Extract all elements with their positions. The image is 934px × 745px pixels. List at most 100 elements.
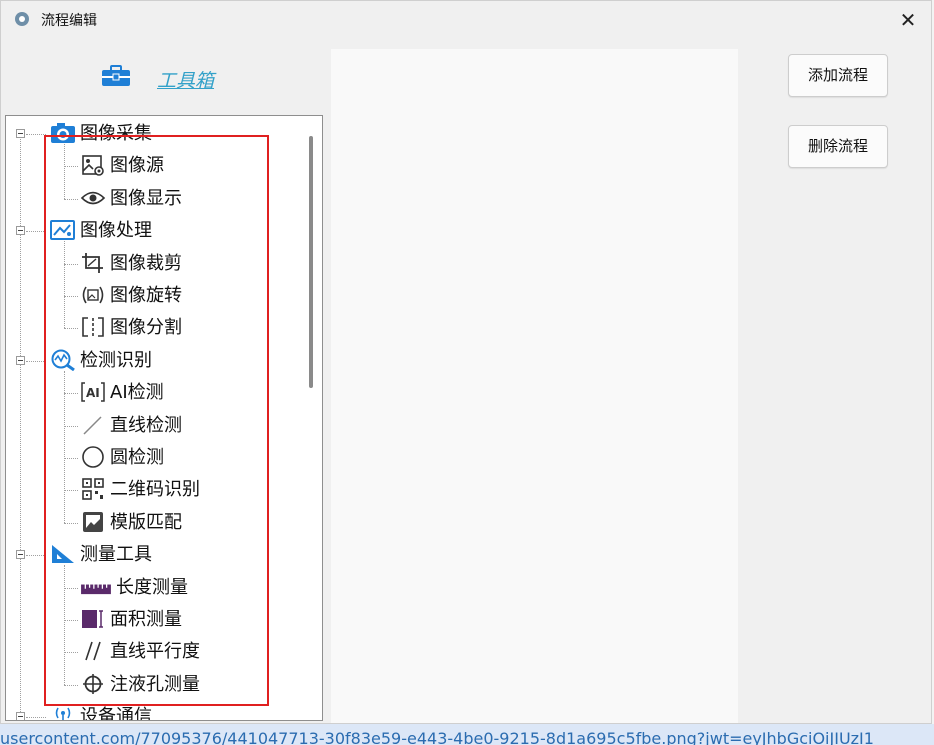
tree-connector [64, 458, 78, 459]
tree-group[interactable]: 检测识别 [50, 345, 152, 377]
crosshair-icon [80, 673, 106, 695]
tool-tree[interactable]: 图像采集图像源图像显示图像处理图像裁剪图像旋转图像分割检测识别 AI AI检测直线检… [5, 115, 323, 721]
tree-connector [64, 393, 78, 395]
tree-item[interactable]: AI AI检测 [80, 377, 164, 409]
tree-group-label: 检测识别 [80, 349, 152, 371]
tree-connector [64, 522, 78, 524]
tree-item-label: AI检测 [110, 382, 164, 404]
tree-expander[interactable] [16, 355, 25, 365]
tree-connector [26, 231, 46, 233]
add-flow-button[interactable]: 添加流程 [788, 54, 888, 97]
tree-connector [64, 198, 78, 200]
tree-group[interactable]: 设备通信 [50, 701, 152, 721]
delete-flow-button[interactable]: 删除流程 [788, 125, 888, 168]
toolbox-icon [102, 65, 130, 86]
tree-item-label: 面积测量 [110, 609, 182, 630]
tree-connector [26, 717, 46, 719]
tree-item-label: 长度测量 [116, 576, 188, 598]
tree-item[interactable]: 长度测量 [80, 572, 188, 604]
tree-item[interactable]: 图像源 [80, 150, 164, 182]
tree-item-label: 圆检测 [110, 447, 164, 468]
tree-connector [26, 360, 46, 362]
line-icon [80, 414, 106, 436]
qrcode-icon [80, 478, 106, 501]
tree-group-label: 图像采集 [80, 123, 152, 144]
tree-connector [64, 144, 65, 199]
tree-item[interactable]: 图像显示 [80, 183, 182, 215]
tree-group-label: 设备通信 [80, 706, 152, 721]
tree-expander[interactable] [16, 129, 25, 138]
detect-icon [50, 349, 76, 372]
tree-item-label: 图像源 [110, 155, 164, 177]
rotate-icon [80, 284, 106, 306]
tree-connector [26, 134, 46, 135]
tree-connector [64, 684, 78, 686]
tree-item-label: 图像分割 [110, 317, 182, 339]
area-icon [80, 608, 106, 630]
tree-group-label: 图像处理 [80, 220, 152, 242]
svg-text:AI: AI [86, 386, 100, 400]
camera-icon [50, 122, 76, 144]
tree-item-label: 二维码识别 [110, 479, 200, 501]
tree-item[interactable]: 直线检测 [80, 410, 182, 442]
tree-item[interactable]: 图像旋转 [80, 280, 182, 312]
tree-item[interactable]: 模版匹配 [80, 507, 182, 539]
tree-connector [64, 166, 78, 168]
status-url: usercontent.com/77095376/441047713-30f83… [0, 724, 934, 745]
tree-expander[interactable] [16, 550, 25, 560]
signal-icon [50, 705, 76, 720]
tree-item[interactable]: 二维码识别 [80, 474, 200, 506]
tree-connector [64, 490, 78, 492]
circle-icon [80, 446, 106, 468]
tree-item[interactable]: 直线平行度 [80, 636, 200, 668]
tree-item[interactable]: 图像裁剪 [80, 248, 182, 280]
image-source-icon [80, 154, 106, 177]
tree-scrollbar[interactable] [309, 136, 313, 388]
eye-icon [80, 187, 106, 209]
tree-connector [20, 136, 21, 720]
tree-connector [64, 241, 65, 329]
toolbox-link[interactable]: 工具箱 [157, 66, 214, 93]
split-icon [80, 316, 106, 338]
window-title: 流程编辑 [41, 13, 97, 29]
measure-tool-icon [50, 543, 76, 565]
tree-item[interactable]: 图像分割 [80, 312, 182, 344]
template-icon [80, 511, 106, 533]
app-icon [15, 12, 29, 26]
tree-connector [64, 565, 65, 685]
tree-connector [64, 425, 78, 427]
tree-group[interactable]: 图像采集 [50, 118, 152, 150]
tree-connector [64, 652, 78, 654]
tree-expander[interactable] [16, 226, 25, 236]
tree-connector [64, 370, 65, 523]
tree-item-label: 注液孔测量 [110, 673, 200, 695]
image-process-icon [50, 219, 76, 241]
tree-connector [64, 263, 78, 265]
ai-icon: AI [80, 381, 106, 403]
tree-item-label: 直线检测 [110, 414, 182, 436]
tree-item-label: 直线平行度 [110, 641, 200, 663]
ruler-icon [80, 576, 112, 598]
tree-connector [64, 620, 78, 621]
tree-item[interactable]: 面积测量 [80, 604, 182, 636]
tree-item-label: 图像显示 [110, 187, 182, 209]
tree-connector [26, 555, 46, 557]
tree-connector [64, 296, 78, 297]
crop-icon [80, 252, 106, 274]
tree-item-label: 模版匹配 [110, 511, 182, 533]
flow-canvas[interactable] [331, 49, 738, 723]
title-bar: 流程编辑 ✕ [1, 1, 931, 39]
flow-edit-window: 流程编辑 ✕ 工具箱 图像采集图像源图像显示图像处理图像裁剪图像旋转图像分割检测… [0, 0, 932, 724]
tree-group[interactable]: 图像处理 [50, 215, 152, 247]
tree-item[interactable]: 圆检测 [80, 442, 164, 474]
close-button[interactable]: ✕ [895, 7, 921, 33]
tree-group-label: 测量工具 [80, 544, 152, 566]
tree-connector [64, 328, 78, 330]
tree-item[interactable]: 注液孔测量 [80, 669, 200, 701]
tree-connector [64, 587, 78, 589]
tree-item-label: 图像裁剪 [110, 252, 182, 274]
tree-expander[interactable] [16, 712, 25, 720]
tree-item-label: 图像旋转 [110, 285, 182, 306]
tree-group[interactable]: 测量工具 [50, 539, 152, 571]
parallel-icon [80, 640, 106, 662]
